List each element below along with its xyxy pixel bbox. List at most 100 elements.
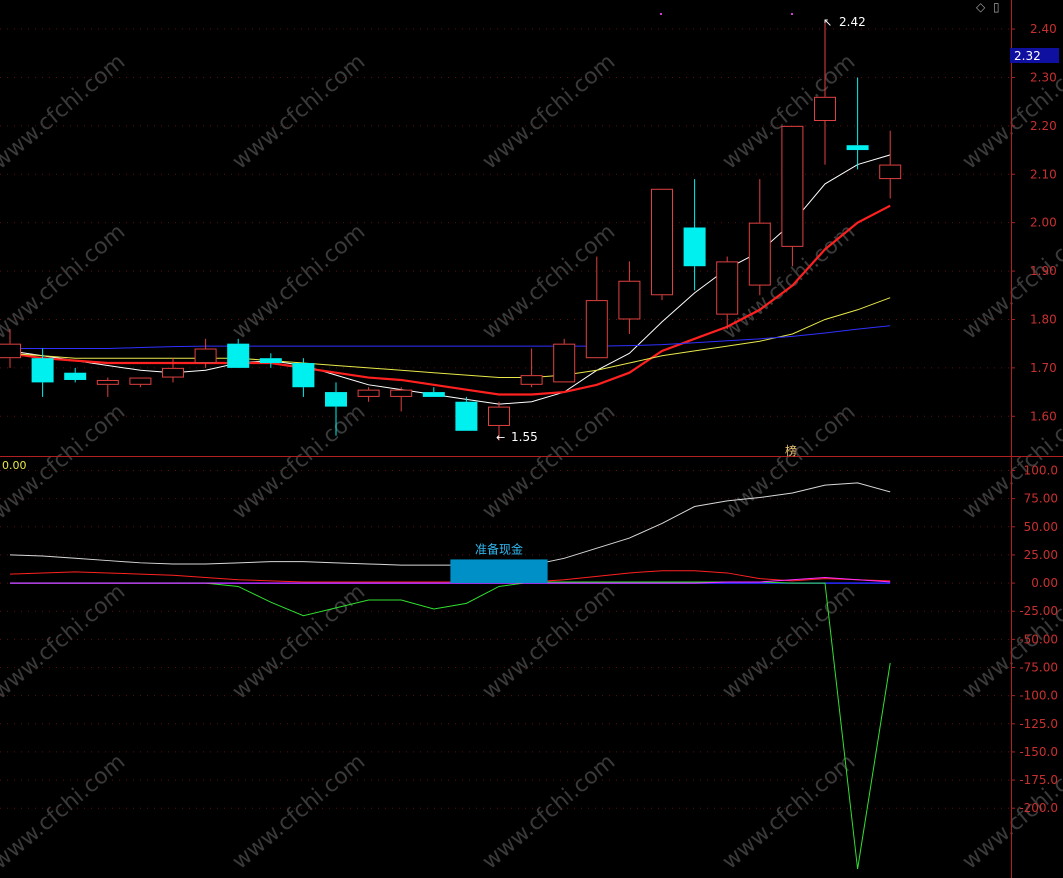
candle-up[interactable] [553, 338, 576, 383]
candle-body [716, 261, 739, 315]
candle-body [814, 96, 836, 122]
watermark-text: www.cfchi.com [228, 219, 370, 344]
price-tick-label: 2.00 [1030, 216, 1057, 230]
candle-down[interactable] [422, 387, 445, 397]
price-tick-label: 2.10 [1030, 167, 1057, 181]
candle-up[interactable] [781, 125, 804, 267]
watermark-text: www.cfchi.com [228, 49, 370, 174]
candle-body [194, 348, 217, 364]
watermark-text: www.cfchi.com [0, 219, 130, 344]
osc-tick-label: -175.0 [1019, 773, 1058, 787]
signal-box[interactable]: 准备现金 [450, 541, 548, 584]
candle-down[interactable] [846, 77, 869, 170]
ma-line-ma60 [10, 325, 891, 350]
candle-down[interactable] [259, 353, 282, 368]
candle-body [227, 343, 250, 368]
diamond-icon[interactable]: ◇ [976, 0, 986, 14]
osc-tick-label: 50.00 [1024, 520, 1058, 534]
osc-tick-label: -200.0 [1019, 801, 1058, 815]
watermark-text: www.cfchi.com [0, 749, 130, 874]
candle-up[interactable] [585, 256, 608, 359]
candle-body [618, 280, 641, 320]
stock-chart-canvas[interactable]: www.cfchi.com www.cfchi.com www.cfchi.com w… [0, 0, 1063, 878]
candle-body [390, 389, 413, 397]
osc-tick-label: -75.00 [1019, 661, 1058, 675]
candle-body [422, 392, 445, 397]
watermark-layer: www.cfchi.com www.cfchi.com www.cfchi.com w… [0, 49, 1063, 874]
high-price-annotation: 2.42 [839, 15, 866, 29]
candle-body [748, 222, 771, 286]
high-arrow-icon: ↖ [823, 16, 832, 29]
candle-body [0, 343, 21, 359]
indicator-value-label: 0.00 [2, 459, 27, 472]
osc-tick-label: 0.00 [1031, 576, 1058, 590]
candle-body [879, 164, 902, 180]
osc-tick-label: -50.00 [1019, 632, 1058, 646]
candle-body [259, 358, 282, 364]
low-price-annotation: 1.55 [511, 430, 538, 444]
candle-up[interactable] [651, 188, 673, 301]
osc-tick-label: -150.0 [1019, 745, 1058, 759]
watermark-text: www.cfchi.com [0, 579, 130, 704]
price-tick-label: 2.20 [1030, 119, 1057, 133]
candle-up[interactable] [520, 348, 543, 388]
window-control-icon[interactable]: ▯ [993, 0, 1000, 14]
price-tick-label: 1.80 [1030, 312, 1057, 326]
candle-body [292, 363, 315, 388]
candle-body [683, 227, 706, 267]
candle-up[interactable] [96, 377, 119, 397]
signal-box-fill [450, 559, 548, 584]
candle-up[interactable] [618, 261, 641, 334]
candle-body [325, 392, 347, 407]
osc-tick-label: -100.0 [1019, 689, 1058, 703]
candle-up[interactable] [162, 358, 184, 383]
candle-body [488, 406, 510, 426]
signal-box-label: 准备现金 [475, 541, 523, 556]
osc-tick-label: 75.00 [1024, 492, 1058, 506]
watermark-text: www.cfchi.com [718, 579, 860, 704]
watermark-text: www.cfchi.com [0, 49, 130, 174]
candle-body [846, 145, 869, 151]
candle-down[interactable] [227, 338, 250, 368]
candle-down[interactable] [683, 179, 706, 291]
candlestick-layer[interactable] [0, 19, 902, 441]
candle-down[interactable] [64, 367, 87, 383]
event-marker [660, 13, 662, 15]
price-tick-label: 1.60 [1030, 409, 1057, 423]
ranking-badge: 榜 [785, 443, 797, 458]
watermark-text: www.cfchi.com [958, 49, 1063, 174]
osc-tick-label: -125.0 [1019, 717, 1058, 731]
watermark-text: www.cfchi.com [228, 749, 370, 874]
price-tick-label: 1.70 [1030, 361, 1057, 375]
candle-down[interactable] [31, 348, 54, 397]
candle-body [585, 300, 608, 359]
osc-tick-label: 25.00 [1024, 548, 1058, 562]
candle-up[interactable] [129, 377, 152, 388]
watermark-text: www.cfchi.com [478, 579, 620, 704]
candle-up[interactable] [748, 179, 771, 296]
current-price-tag: 2.32 [1010, 48, 1059, 63]
candle-body [651, 188, 673, 296]
candle-body [553, 343, 576, 383]
candle-body [129, 377, 152, 385]
candle-down[interactable] [292, 358, 315, 397]
watermark-text: www.cfchi.com [228, 399, 370, 524]
price-tick-label: 2.30 [1030, 70, 1057, 84]
candle-body [64, 372, 87, 380]
candle-up[interactable] [357, 387, 380, 402]
price-axis: 2.40 2.30 2.20 2.10 2.00 1.90 1.80 1.70 1.60 [1011, 22, 1057, 423]
candle-up[interactable] [390, 387, 413, 412]
event-marker [791, 13, 793, 15]
watermark-text: www.cfchi.com [718, 749, 860, 874]
candle-body [96, 379, 119, 385]
candle-body [357, 389, 380, 397]
watermark-text: www.cfchi.com [478, 749, 620, 874]
osc-tick-label: 100.0 [1024, 464, 1058, 478]
candle-down[interactable] [455, 396, 478, 431]
candle-up[interactable] [879, 130, 902, 199]
low-arrow-icon: ← [496, 431, 505, 444]
current-price-tag-label: 2.32 [1014, 49, 1041, 63]
candle-body [781, 125, 804, 247]
price-tick-label: 1.90 [1030, 264, 1057, 278]
watermark-text: www.cfchi.com [228, 579, 370, 704]
